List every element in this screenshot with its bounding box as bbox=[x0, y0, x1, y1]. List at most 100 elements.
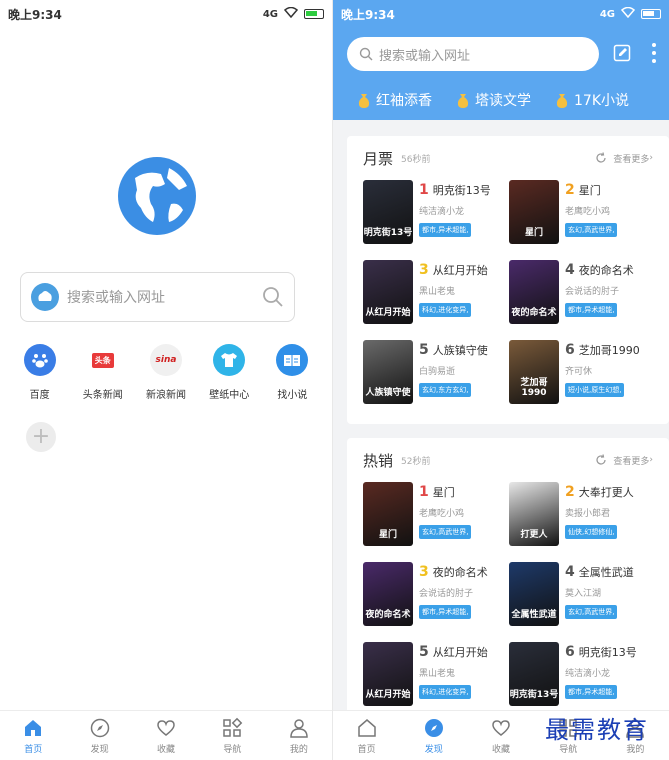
book-cover[interactable]: 从红月开始 bbox=[363, 260, 413, 324]
view-more-button[interactable]: 查看更多 › bbox=[595, 152, 653, 165]
heart-icon[interactable] bbox=[490, 717, 512, 739]
book-title[interactable]: 明克街13号 bbox=[579, 644, 637, 660]
book-title[interactable]: 夜的命名术 bbox=[579, 262, 634, 278]
rank-number: 2 bbox=[565, 484, 575, 500]
book-cover[interactable]: 明克街13号 bbox=[363, 180, 413, 244]
book-cover[interactable]: 明克街13号 bbox=[509, 642, 559, 706]
book-cover[interactable]: 打更人 bbox=[509, 482, 559, 546]
shortcut-wallpaper[interactable]: 壁纸中心 bbox=[198, 344, 261, 401]
book-item[interactable]: 芝加哥1990 6 芝加哥1990 齐可休 短小说,原生幻想, bbox=[509, 340, 655, 420]
search-engine-logo-icon[interactable] bbox=[31, 283, 59, 311]
nav-profile[interactable]: 我的 bbox=[266, 711, 332, 760]
book-item[interactable]: 从红月开始 3 从红月开始 黑山老鬼 科幻,进化变异, bbox=[363, 260, 509, 340]
book-title[interactable]: 全属性武道 bbox=[579, 564, 634, 580]
compass-icon[interactable] bbox=[89, 717, 111, 739]
book-title[interactable]: 从红月开始 bbox=[433, 644, 488, 660]
shortcut-label: 壁纸中心 bbox=[209, 390, 250, 401]
heart-icon[interactable] bbox=[155, 717, 177, 739]
status-time: 晚上9:34 bbox=[341, 7, 395, 22]
more-vertical-icon[interactable] bbox=[651, 42, 657, 64]
status-bar: 晚上9:34 4G bbox=[0, 0, 332, 28]
book-item[interactable]: 全属性武道 4 全属性武道 莫入江湖 玄幻,高武世界, bbox=[509, 562, 655, 642]
recommend-site-item[interactable]: 红袖添香 bbox=[357, 88, 432, 112]
book-cover[interactable]: 人族镇守使 bbox=[363, 340, 413, 404]
nav-home[interactable]: 首页 bbox=[333, 711, 400, 760]
book-grid: 星门 1 星门 老鹰吃小鸡 玄幻,高武世界, 打更人 2 大奉打更人 卖报小郎君 仙侠,幻想修仙,… bbox=[347, 482, 669, 722]
edit-icon[interactable] bbox=[613, 44, 631, 62]
shortcut-toutiao[interactable]: 头条 头条新闻 bbox=[71, 344, 134, 401]
toutiao-icon[interactable]: 头条 bbox=[86, 344, 119, 376]
book-title[interactable]: 从红月开始 bbox=[433, 262, 488, 278]
search-bar[interactable]: 搜索或输入网址 bbox=[20, 272, 295, 322]
book-title[interactable]: 人族镇守使 bbox=[433, 342, 488, 358]
book-cover[interactable]: 星门 bbox=[509, 180, 559, 244]
shortcut-sina[interactable]: sina 新浪新闻 bbox=[134, 344, 197, 401]
shortcut-baidu[interactable]: 百度 bbox=[8, 344, 71, 401]
refresh-icon[interactable] bbox=[595, 454, 607, 466]
search-placeholder[interactable]: 搜索或输入网址 bbox=[67, 287, 262, 307]
book-item[interactable]: 夜的命名术 4 夜的命名术 会说话的肘子 都市,异术超能, bbox=[509, 260, 655, 340]
book-cover[interactable]: 夜的命名术 bbox=[363, 562, 413, 626]
nav-label: 收藏 bbox=[157, 744, 176, 755]
nav-favorites[interactable]: 收藏 bbox=[467, 711, 534, 760]
book-cover[interactable]: 星门 bbox=[363, 482, 413, 546]
card-title: 热销 bbox=[363, 451, 394, 470]
nav-label: 首页 bbox=[357, 744, 376, 755]
cover-title: 芝加哥1990 bbox=[520, 378, 548, 398]
book-author: 白驹易逝 bbox=[419, 367, 456, 377]
book-title[interactable]: 星门 bbox=[579, 182, 601, 198]
book-item[interactable]: 星门 1 星门 老鹰吃小鸡 玄幻,高武世界, bbox=[363, 482, 509, 562]
recommend-site-item[interactable]: 塔读文学 bbox=[456, 88, 531, 112]
compass-icon[interactable] bbox=[423, 717, 445, 739]
book-cover[interactable]: 从红月开始 bbox=[363, 642, 413, 706]
add-shortcut-button[interactable]: + bbox=[26, 422, 56, 452]
book-item[interactable]: 打更人 2 大奉打更人 卖报小郎君 仙侠,幻想修仙, bbox=[509, 482, 655, 562]
view-more-button[interactable]: 查看更多 › bbox=[595, 454, 653, 467]
genre-tag: 玄幻,东方玄幻, bbox=[419, 383, 472, 397]
search-icon[interactable] bbox=[262, 286, 284, 308]
user-icon[interactable] bbox=[288, 717, 310, 739]
home-icon[interactable] bbox=[356, 717, 378, 739]
book-cover[interactable]: 全属性武道 bbox=[509, 562, 559, 626]
globe-logo-icon bbox=[118, 157, 196, 235]
nav-discover[interactable]: 发现 bbox=[400, 711, 467, 760]
nav-label: 收藏 bbox=[492, 744, 511, 755]
search-placeholder[interactable]: 搜索或输入网址 bbox=[379, 45, 470, 64]
cover-title: 打更人 bbox=[520, 530, 548, 540]
book-title[interactable]: 星门 bbox=[433, 484, 455, 500]
book-item[interactable]: 夜的命名术 3 夜的命名术 会说话的肘子 都市,异术超能, bbox=[363, 562, 509, 642]
watermark-text: 最需教育 bbox=[545, 716, 649, 744]
wifi-icon bbox=[620, 6, 636, 21]
book-cover[interactable]: 夜的命名术 bbox=[509, 260, 559, 324]
nav-navigation[interactable]: 导航 bbox=[199, 711, 265, 760]
nav-favorites[interactable]: 收藏 bbox=[133, 711, 199, 760]
money-bag-icon bbox=[556, 94, 568, 108]
book-item[interactable]: 人族镇守使 5 人族镇守使 白驹易逝 玄幻,东方玄幻, bbox=[363, 340, 509, 420]
grid-icon[interactable] bbox=[221, 717, 243, 739]
home-icon[interactable] bbox=[22, 717, 44, 739]
book-icon[interactable] bbox=[276, 344, 309, 376]
signal-icon: 4G bbox=[262, 8, 278, 20]
book-item[interactable]: 星门 2 星门 老鹰吃小鸡 玄幻,高武世界, bbox=[509, 180, 655, 260]
book-title[interactable]: 夜的命名术 bbox=[433, 564, 488, 580]
nav-label: 发现 bbox=[90, 744, 109, 755]
book-title[interactable]: 明克街13号 bbox=[433, 182, 491, 198]
refresh-icon[interactable] bbox=[595, 152, 607, 164]
book-title[interactable]: 大奉打更人 bbox=[579, 484, 634, 500]
baidu-paw-icon[interactable] bbox=[23, 344, 56, 376]
shortcut-novel[interactable]: 找小说 bbox=[261, 344, 324, 401]
recommend-label: 塔读文学 bbox=[475, 93, 531, 109]
search-icon[interactable] bbox=[359, 47, 373, 61]
nav-home[interactable]: 首页 bbox=[0, 711, 66, 760]
search-bar[interactable]: 搜索或输入网址 bbox=[347, 37, 599, 71]
recommended-sites: 红袖添香 塔读文学 17K小说 bbox=[333, 88, 669, 112]
book-item[interactable]: 明克街13号 1 明克街13号 纯洁滴小龙 都市,异术超能, bbox=[363, 180, 509, 260]
rank-number: 3 bbox=[419, 564, 429, 580]
nav-discover[interactable]: 发现 bbox=[66, 711, 132, 760]
sina-icon[interactable]: sina bbox=[150, 344, 182, 376]
recommend-site-item[interactable]: 17K小说 bbox=[555, 88, 629, 112]
tshirt-icon[interactable] bbox=[213, 344, 246, 376]
bottom-nav: 首页 发现 收藏 导航 我的 bbox=[0, 710, 332, 760]
book-title[interactable]: 芝加哥1990 bbox=[579, 342, 640, 358]
book-cover[interactable]: 芝加哥1990 bbox=[509, 340, 559, 404]
